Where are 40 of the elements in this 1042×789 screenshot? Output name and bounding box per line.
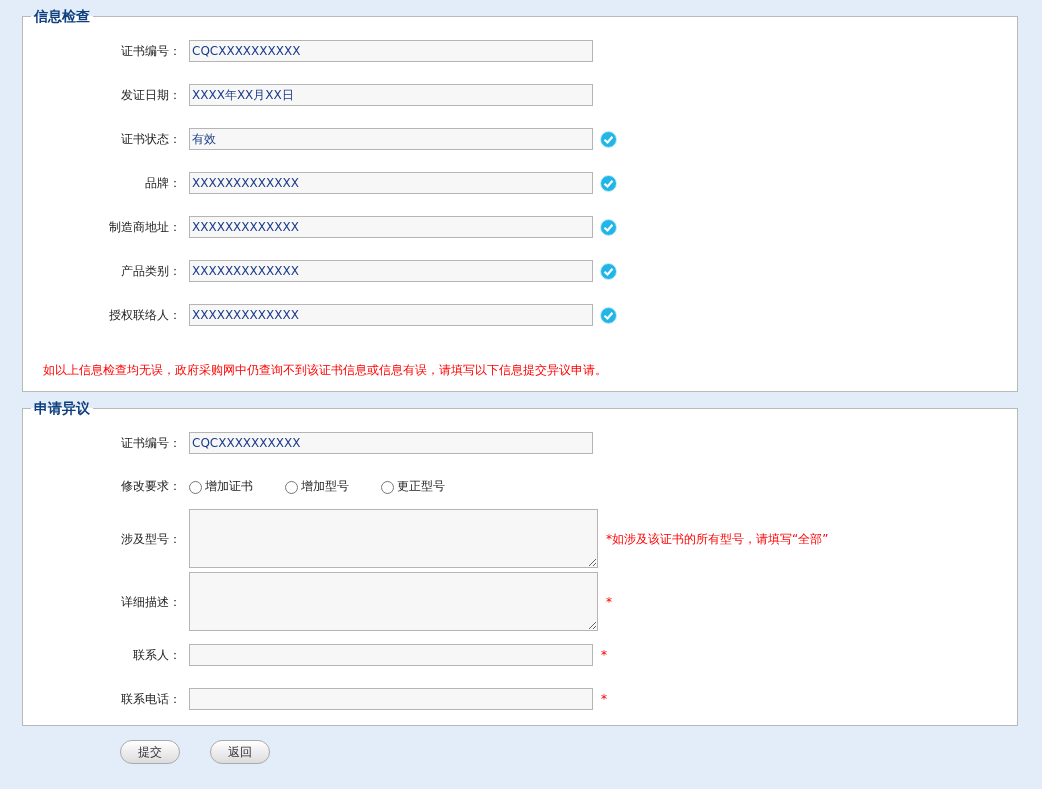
text-area[interactable] [189,509,598,568]
input-field[interactable] [189,688,593,710]
input-field[interactable] [189,644,593,666]
radio-label: 更正型号 [397,478,445,495]
input-field[interactable]: CQCXXXXXXXXXX [189,432,593,454]
field-label: 授权联络人： [109,307,181,324]
field-label: 发证日期： [121,87,181,104]
input-field[interactable]: XXXXXXXXXXXXX [189,216,593,238]
section-title: 申请异议 [33,399,91,418]
field-label: 证书编号： [121,43,181,60]
radio-button[interactable] [381,481,394,494]
field-label: 联系人： [133,647,181,664]
radio-button[interactable] [285,481,298,494]
section-title: 信息检查 [33,7,91,26]
field-label: 证书编号： [121,435,181,452]
field-label: 涉及型号： [121,530,181,548]
required-note: * [606,593,612,611]
radio-label: 增加证书 [205,478,253,495]
field-label: 产品类别： [121,263,181,280]
input-field[interactable]: XXXXXXXXXXXXX [189,260,593,282]
radio-label: 增加型号 [301,478,349,495]
required-note: *如涉及该证书的所有型号，请填写“全部” [606,530,829,548]
required-note: * [601,647,607,664]
field-label: 证书状态： [121,131,181,148]
radio-button[interactable] [189,481,202,494]
form-button[interactable]: 返回 [210,740,270,764]
field-label: 详细描述： [121,593,181,611]
input-field[interactable]: XXXXXXXXXXXXX [189,304,593,326]
field-label: 联系电话： [121,691,181,708]
notice-text: 如以上信息检查均无误，政府采购网中仍查询不到该证书信息或信息有误，请填写以下信息提交异议申请。 [43,362,608,379]
required-note: * [601,691,607,708]
field-label: 修改要求： [121,478,181,495]
field-label: 品牌： [145,175,181,192]
input-field[interactable]: XXXX年XX月XX日 [189,84,593,106]
input-field[interactable]: XXXXXXXXXXXXX [189,172,593,194]
input-field[interactable]: CQCXXXXXXXXXX [189,40,593,62]
text-area[interactable] [189,572,598,631]
form-button[interactable]: 提交 [120,740,180,764]
input-field[interactable]: 有效 [189,128,593,150]
field-label: 制造商地址： [109,219,181,236]
